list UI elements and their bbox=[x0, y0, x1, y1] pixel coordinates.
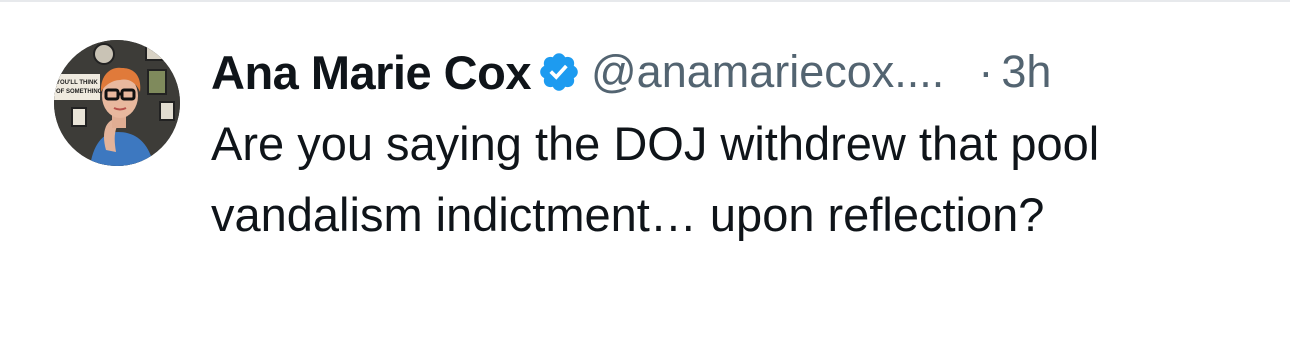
post-timestamp[interactable]: 3h bbox=[1001, 46, 1051, 98]
avatar-poster-text: YOU'LL THINK bbox=[56, 80, 98, 86]
author-handle[interactable]: @anamariecox.... bbox=[591, 46, 944, 98]
post-text: Are you saying the DOJ withdrew that poo… bbox=[211, 117, 1100, 241]
svg-text:OF SOMETHING: OF SOMETHING bbox=[56, 89, 103, 95]
time-separator: · bbox=[978, 46, 994, 97]
post-header: Ana Marie Cox @anamariecox.... · 3h bbox=[211, 30, 1271, 114]
author-display-name[interactable]: Ana Marie Cox bbox=[211, 45, 531, 100]
avatar-image: YOU'LL THINK OF SOMETHING bbox=[54, 40, 180, 166]
avatar[interactable]: YOU'LL THINK OF SOMETHING bbox=[54, 40, 180, 166]
post-content: Ana Marie Cox @anamariecox.... · 3h Are … bbox=[211, 30, 1271, 250]
verified-badge-icon bbox=[537, 50, 581, 94]
post[interactable]: YOU'LL THINK OF SOMETHING Ana Marie Cox bbox=[0, 0, 1290, 364]
